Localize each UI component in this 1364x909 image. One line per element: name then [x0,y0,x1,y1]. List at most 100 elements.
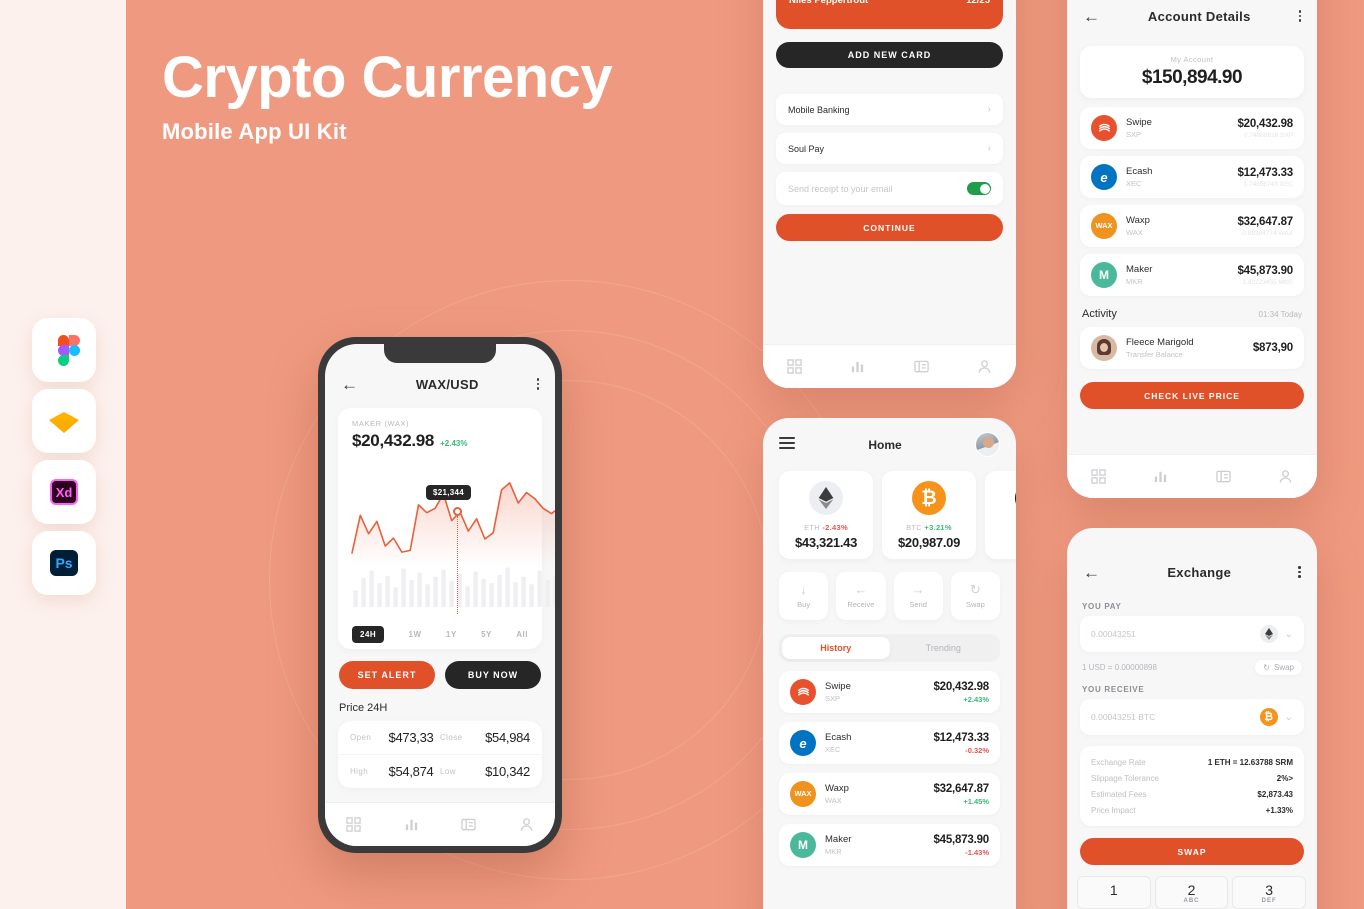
buy-now-button[interactable]: BUY NOW [445,661,541,689]
action-swap[interactable]: ↻ Swap [950,572,1000,620]
menu-icon[interactable] [779,437,795,452]
coin-card-btc[interactable]: ₿ BTC +3.21% $20,987.09 [882,471,976,559]
continue-button[interactable]: CONTINUE [776,214,1003,241]
grid-icon[interactable] [346,817,361,832]
asset-name: Swipe [1126,117,1152,128]
asset-change: -0.32% [965,745,989,755]
wallet-icon[interactable] [913,359,929,374]
list-item[interactable]: M Maker MKR $45,873.90 1.83223455 MKR [1080,254,1304,296]
chevron-down-icon[interactable]: ⌄ [1285,712,1293,723]
waxp-icon: WAX [1091,213,1117,239]
back-arrow-icon[interactable]: ← [1083,564,1100,581]
bottom-navigation[interactable] [763,344,1016,388]
bar-chart-icon[interactable] [850,359,865,374]
tool-tile-photoshop[interactable]: Ps [32,531,96,595]
timeframe-5y[interactable]: 5Y [481,630,492,639]
key-2[interactable]: 2 ABC [1154,876,1229,909]
wallet-icon[interactable] [461,817,476,832]
bottom-navigation[interactable] [325,802,555,846]
swap-icon: ↻ [969,582,981,597]
back-arrow-icon[interactable]: ← [341,376,358,393]
bar-chart-icon[interactable] [1153,469,1168,484]
timeframe-24h[interactable]: 24H [352,626,385,643]
exchange-title: Exchange [1167,564,1232,580]
person-icon[interactable] [519,817,534,832]
coin-carousel[interactable]: ETH -2.43% $43,321.43 ₿ BTC +3.21% $20,9… [763,461,1016,559]
check-live-price-button[interactable]: CHECK LIVE PRICE [1080,382,1304,409]
tool-tile-figma[interactable] [32,318,96,382]
swap-direction-button[interactable]: ↻ Swap [1255,660,1302,675]
you-receive-field[interactable]: 0.00043251 BTC ₿ ⌄ [1080,699,1304,735]
coin-price: $20,432.98 [352,431,435,450]
stat-value-open: $473,33 [388,730,434,745]
list-item[interactable]: M Maker MKR $45,873.90 -1.43% [779,824,1000,866]
you-pay-value[interactable]: 0.00043251 [1091,629,1136,639]
bar-chart-icon[interactable] [404,817,419,832]
debit-card[interactable]: Debit Card 2022 Card Owner Niles Peppert… [776,0,1003,29]
person-icon[interactable] [977,359,992,374]
wallet-icon[interactable] [1216,469,1231,484]
account-details-screen: ← Account Details My Account $150,894.90… [1067,0,1317,498]
action-receive[interactable]: ← Receive [836,572,886,620]
avatar[interactable] [975,432,1000,457]
add-new-card-button[interactable]: ADD NEW CARD [776,42,1003,68]
grid-icon[interactable] [1091,469,1106,484]
more-options-icon[interactable] [1298,10,1301,22]
action-send[interactable]: → Send [893,572,943,620]
bottom-navigation[interactable] [1067,454,1317,498]
timeframe-selector[interactable]: 24H 1W 1Y 5Y All [338,622,542,643]
you-receive-value[interactable]: 0.00043251 BTC [1091,712,1155,722]
list-item[interactable]: WAX Waxp WAX $32,647.87 0.89384774 WAX [1080,205,1304,247]
set-alert-button[interactable]: SET ALERT [339,661,435,689]
coin-card-eth[interactable]: ETH -2.43% $43,321.43 [779,471,873,559]
key-3[interactable]: 3 DEF [1232,876,1306,909]
bitcoin-icon: ₿ [912,481,946,515]
asset-symbol: WAX [825,796,842,805]
asset-value: $12,473.33 [1237,166,1293,179]
activity-row[interactable]: Fleece Marigold Transfer Balance $873,90 [1080,327,1304,369]
timeframe-1w[interactable]: 1W [409,630,422,639]
back-arrow-icon[interactable]: ← [1083,8,1100,25]
list-item[interactable]: Swipe SXP $20,432.98 +2.43% [779,671,1000,713]
coin-change: +2.43% [440,439,468,448]
swap-button[interactable]: SWAP [1080,838,1304,865]
option-label: Mobile Banking [788,104,850,115]
photoshop-icon: Ps [47,546,81,580]
timeframe-1y[interactable]: 1Y [446,630,457,639]
tab-history[interactable]: History [782,637,890,659]
more-options-icon[interactable] [536,378,539,390]
balance-card: My Account $150,894.90 [1080,46,1304,98]
timeframe-all[interactable]: All [516,630,528,639]
detail-key: Estimated Fees [1091,789,1147,799]
asset-name: Waxp [1126,215,1150,226]
list-item[interactable]: Swipe SXP $20,432.98 0.74888818 SXP [1080,107,1304,149]
tool-tile-sketch[interactable] [32,389,96,453]
receipt-toggle[interactable] [967,182,991,195]
price-chart[interactable]: $21,344 [338,457,555,622]
grid-icon[interactable] [787,359,802,374]
numeric-keypad[interactable]: 1 2 ABC 3 DEF 4 GHI 5 JKL 6 MNO [1077,876,1307,909]
person-icon[interactable] [1278,469,1293,484]
asset-symbol: XEC [825,745,841,754]
list-item[interactable]: e Ecash XEC $12,473.33 -0.32% [779,722,1000,764]
tool-tile-xd[interactable]: Xd [32,460,96,524]
list-item[interactable]: e Ecash XEC $12,473.33 1.74858743 XEC [1080,156,1304,198]
option-soul-pay[interactable]: Soul Pay › [776,133,1003,164]
coin-card-sol[interactable]: SOL - $3,87 [985,471,1016,559]
chevron-down-icon[interactable]: ⌄ [1285,629,1293,640]
history-trending-tabs[interactable]: History Trending [779,634,1000,662]
asset-symbol: SXP [825,694,841,703]
tab-trending[interactable]: Trending [890,637,998,659]
exchange-rate-row: 1 USD = 0.00000898 ↻ Swap [1067,652,1317,675]
action-buy[interactable]: ↓ Buy [779,572,829,620]
key-1[interactable]: 1 [1077,876,1151,909]
asset-symbol: WAX [1126,228,1143,237]
more-options-icon[interactable] [1298,566,1301,578]
you-pay-field[interactable]: 0.00043251 ⌄ [1080,616,1304,652]
detail-value[interactable]: 2%> [1277,774,1293,783]
option-mobile-banking[interactable]: Mobile Banking › [776,94,1003,125]
table-row: Slippage Tolerance 2%> [1091,770,1293,786]
list-item[interactable]: WAX Waxp WAX $32,647.87 +1.45% [779,773,1000,815]
receipt-toggle-row[interactable]: Send receipt to your email [776,172,1003,205]
chevron-right-icon: › [987,104,991,115]
